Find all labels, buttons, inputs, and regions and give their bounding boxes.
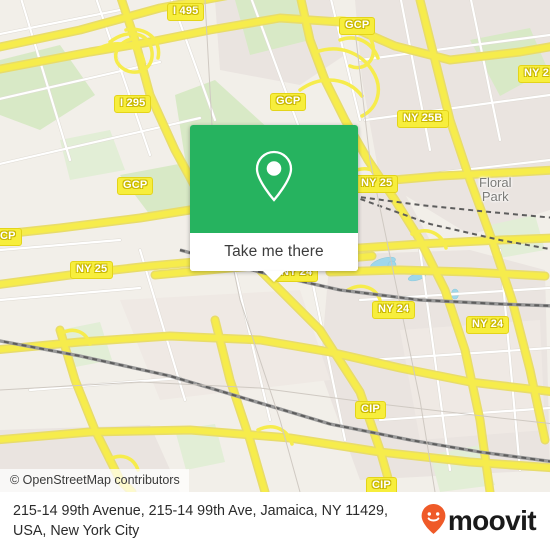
location-popup-card[interactable]: Take me there — [190, 125, 358, 282]
road-shield-gcp-left[interactable]: GCP — [117, 177, 154, 195]
road-shield-ny2-edge[interactable]: NY 2 — [518, 65, 550, 83]
road-shield-ny25b[interactable]: NY 25B — [397, 110, 449, 128]
map-canvas[interactable]: .rd { fill:none; stroke:#f6ec4c; stroke-… — [0, 0, 550, 492]
take-me-there-label: Take me there — [224, 243, 324, 260]
popup-pin-panel — [190, 125, 358, 233]
road-shield-gcp-top[interactable]: GCP — [339, 17, 376, 35]
road-shield-ny24-mid[interactable]: NY 24 — [372, 301, 416, 319]
place-label-floral-park: Floral Park — [479, 175, 512, 204]
road-shield-ny24-right[interactable]: NY 24 — [466, 316, 510, 334]
road-shield-ny25-right[interactable]: NY 25 — [355, 175, 399, 193]
road-shield-cp-edge[interactable]: CP — [0, 228, 22, 246]
moovit-smiley-pin-icon — [420, 503, 447, 540]
road-shield-gcp-mid[interactable]: GCP — [270, 93, 307, 111]
road-shield-ny25-left[interactable]: NY 25 — [70, 261, 114, 279]
popup-cta-footer[interactable]: Take me there — [190, 233, 358, 282]
road-shield-i495[interactable]: I 495 — [167, 3, 205, 21]
road-shield-i295[interactable]: I 295 — [114, 95, 152, 113]
moovit-map-screenshot: .rd { fill:none; stroke:#f6ec4c; stroke-… — [0, 0, 550, 550]
road-shield-cip-upper[interactable]: CIP — [355, 401, 386, 419]
road-shield-cip-lower[interactable]: CIP — [366, 477, 397, 492]
osm-attribution[interactable]: © OpenStreetMap contributors — [0, 469, 189, 492]
location-pin-icon — [252, 148, 296, 211]
popup-pointer-tail — [263, 271, 285, 282]
footer-bar: 215-14 99th Avenue, 215-14 99th Ave, Jam… — [0, 492, 550, 550]
address-text: 215-14 99th Avenue, 215-14 99th Ave, Jam… — [13, 503, 388, 539]
moovit-wordmark: moovit — [447, 505, 537, 536]
moovit-brand[interactable]: moovit — [420, 503, 537, 540]
